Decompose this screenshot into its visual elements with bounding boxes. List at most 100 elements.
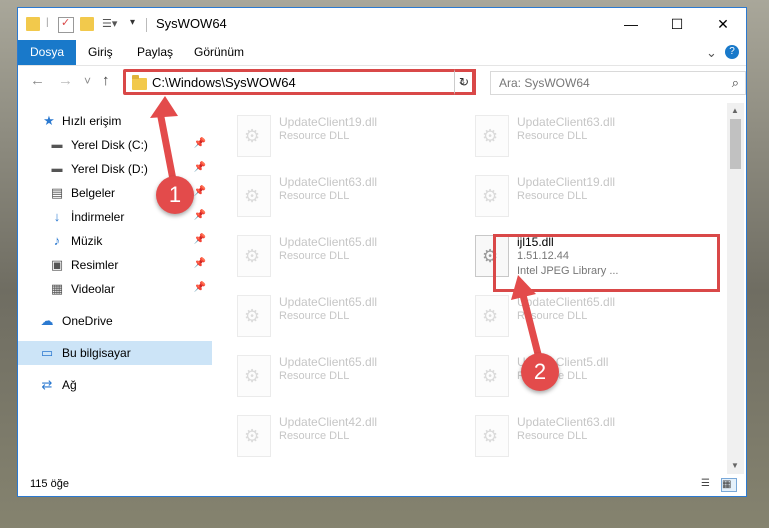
details-view-icon[interactable]: ☰	[701, 478, 715, 490]
videos-icon: ▦	[50, 281, 64, 296]
list-item[interactable]: UpdateClient63.dll Resource DLL	[465, 409, 685, 465]
file-type: Resource DLL	[517, 310, 588, 322]
title-separator	[146, 18, 147, 32]
tab-paylas[interactable]: Paylaş	[137, 40, 173, 65]
sidebar-item-label: İndirmeler	[71, 210, 125, 224]
dll-file-icon	[237, 295, 271, 337]
pin-icon[interactable]: 📌	[194, 210, 206, 221]
sidebar-item-music[interactable]: ♪ Müzik 📌	[18, 229, 212, 253]
sidebar-item-videos[interactable]: ▦ Videolar 📌	[18, 277, 212, 301]
file-highlight-box	[493, 234, 720, 292]
properties-icon[interactable]: ✓	[58, 17, 74, 33]
pin-icon[interactable]: 📌	[194, 282, 206, 293]
new-folder-icon[interactable]	[80, 17, 94, 31]
close-button[interactable]: ✕	[700, 8, 746, 40]
file-name: UpdateClient19.dll	[279, 115, 378, 129]
list-item[interactable]: UpdateClient65.dll Resource DLL	[227, 289, 447, 345]
maximize-button[interactable]: ☐	[654, 8, 700, 40]
tab-dosya[interactable]: Dosya	[18, 40, 77, 65]
forward-button[interactable]: →	[58, 72, 73, 89]
file-type: Resource DLL	[279, 130, 350, 142]
tab-giris[interactable]: Giriş	[88, 40, 113, 65]
pin-icon[interactable]: 📌	[194, 234, 206, 245]
dll-file-icon	[475, 415, 509, 457]
sidebar-item-label: Yerel Disk (C:)	[71, 138, 148, 152]
dll-file-icon	[237, 415, 271, 457]
vertical-scrollbar[interactable]: ▲ ▼	[727, 103, 744, 474]
sidebar-item-label: Resimler	[71, 258, 119, 272]
help-icon[interactable]: ?	[725, 45, 739, 59]
sidebar-item-label: Videolar	[71, 282, 115, 296]
sidebar-item-label: Belgeler	[71, 186, 116, 200]
network-icon: ⇄	[41, 377, 53, 392]
cloud-icon: ☁	[40, 313, 54, 328]
file-name: UpdateClient65.dll	[279, 295, 378, 309]
pin-icon[interactable]: 📌	[194, 162, 206, 173]
recent-locations-button[interactable]: ˅	[84, 74, 91, 88]
dll-file-icon	[475, 115, 509, 157]
file-name: UpdateClient63.dll	[517, 415, 616, 429]
scroll-thumb[interactable]	[730, 119, 741, 169]
up-button[interactable]: ↑	[102, 72, 110, 89]
list-item[interactable]: UpdateClient5.dll Resource DLL	[465, 349, 685, 405]
sidebar-item-label: OneDrive	[62, 314, 113, 328]
sidebar-item-this-pc[interactable]: ▭ Bu bilgisayar	[18, 341, 212, 365]
file-type: Resource DLL	[517, 430, 588, 442]
computer-icon: ▭	[40, 345, 54, 360]
list-item[interactable]: UpdateClient63.dll Resource DLL	[465, 109, 685, 165]
window-title: SysWOW64	[156, 16, 227, 31]
quick-access-dropdown-icon[interactable]: ▾	[130, 17, 144, 31]
tab-gorunum[interactable]: Görünüm	[194, 40, 244, 65]
search-icon: ⌕	[731, 75, 739, 90]
file-name: UpdateClient65.dll	[517, 295, 616, 309]
list-item[interactable]: UpdateClient65.dll Resource DLL	[227, 229, 447, 285]
file-type: Resource DLL	[517, 190, 588, 202]
scroll-up-icon[interactable]: ▲	[731, 106, 739, 115]
ribbon-expand-icon[interactable]: ⌄	[706, 40, 717, 65]
list-item[interactable]: UpdateClient19.dll Resource DLL	[227, 109, 447, 165]
file-type: Resource DLL	[279, 370, 350, 382]
download-icon: ↓	[53, 209, 61, 224]
list-item[interactable]: UpdateClient65.dll Resource DLL	[465, 289, 685, 345]
dll-file-icon	[237, 175, 271, 217]
sidebar-item-label: Yerel Disk (D:)	[71, 162, 148, 176]
list-item[interactable]: UpdateClient42.dll Resource DLL	[227, 409, 447, 465]
folder-icon	[26, 17, 40, 31]
file-type: Resource DLL	[279, 430, 350, 442]
title-bar: | ✓ ☰▾ ▾ SysWOW64 — ☐ ✕	[18, 8, 746, 40]
pictures-icon: ▣	[50, 257, 64, 272]
sidebar-item-network[interactable]: ⇄ Ağ	[18, 373, 212, 397]
search-input[interactable]: Ara: SysWOW64	[499, 76, 590, 90]
search-box[interactable]: Ara: SysWOW64 ⌕	[490, 71, 746, 95]
list-item[interactable]: UpdateClient63.dll Resource DLL	[227, 169, 447, 225]
sidebar-item-label: Müzik	[71, 234, 103, 248]
file-name: UpdateClient63.dll	[517, 115, 616, 129]
dll-file-icon	[237, 355, 271, 397]
sidebar-item-quick-access[interactable]: ★ Hızlı erişim	[18, 109, 212, 133]
pin-icon[interactable]: 📌	[194, 258, 206, 269]
documents-icon: ▤	[50, 185, 64, 200]
pin-icon[interactable]: 📌	[194, 186, 206, 197]
drive-icon: ▬	[51, 163, 63, 175]
customize-toolbar-icon[interactable]: ☰▾	[102, 17, 117, 31]
file-name: UpdateClient63.dll	[279, 175, 378, 189]
file-name: UpdateClient65.dll	[279, 235, 378, 249]
item-count: 115 öğe	[30, 478, 69, 490]
sidebar-item-drive-c[interactable]: ▬ Yerel Disk (C:) 📌	[18, 133, 212, 157]
list-item[interactable]: UpdateClient19.dll Resource DLL	[465, 169, 685, 225]
sidebar-item-pictures[interactable]: ▣ Resimler 📌	[18, 253, 212, 277]
list-item[interactable]: UpdateClient65.dll Resource DLL	[227, 349, 447, 405]
ribbon-tabs: Dosya Giriş Paylaş Görünüm ⌄ ?	[18, 40, 746, 66]
refresh-button[interactable]: ↻	[454, 69, 476, 95]
file-name: UpdateClient19.dll	[517, 175, 616, 189]
dll-file-icon	[237, 235, 271, 277]
sidebar-item-onedrive[interactable]: ☁ OneDrive	[18, 309, 212, 333]
step-badge-1: 1	[156, 176, 194, 214]
minimize-button[interactable]: —	[608, 8, 654, 40]
scroll-down-icon[interactable]: ▼	[731, 461, 739, 470]
large-icons-view-icon[interactable]: ▦	[721, 478, 737, 492]
step-badge-2: 2	[521, 353, 559, 391]
back-button[interactable]: ←	[30, 72, 45, 89]
music-icon: ♪	[53, 233, 61, 248]
pin-icon[interactable]: 📌	[194, 138, 206, 149]
